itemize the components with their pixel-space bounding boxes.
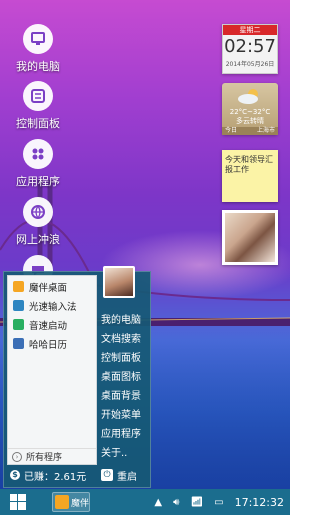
earned-status[interactable]: $ 已赚：2.61元: [4, 468, 97, 483]
program-label: 光速输入法: [29, 301, 77, 313]
wifi-icon[interactable]: 📶︎: [190, 497, 203, 508]
control-panel-icon: [23, 81, 53, 111]
pinwheel-icon: [55, 495, 69, 509]
pinwheel-icon: [13, 281, 24, 292]
link-about[interactable]: 关于..: [101, 444, 151, 463]
earned-text: 已赚：2.61元: [24, 471, 87, 483]
calendar-time: 02:57: [224, 36, 276, 57]
start-menu-links: 我的电脑 文档搜索 控制面板 桌面图标 桌面背景 开始菜单 应用程序 关于..: [101, 311, 151, 463]
weather-footer: 今日 上海市: [222, 127, 278, 135]
link-doc-search[interactable]: 文档搜索: [101, 330, 151, 349]
sun-cloud-icon: [238, 89, 258, 104]
taskbar-app-moban[interactable]: 魔伴: [52, 492, 90, 512]
start-menu-footer: $ 已赚：2.61元 ⏻ 重启: [4, 463, 150, 487]
photo-image: [225, 213, 275, 262]
windows-logo-icon: [10, 494, 26, 510]
battery-icon[interactable]: ▭: [214, 497, 223, 508]
program-item-calendar[interactable]: 哈哈日历: [8, 335, 96, 352]
coin-icon: $: [10, 470, 20, 480]
desktop-icon-label: 我的电脑: [16, 60, 60, 73]
link-desktop-background[interactable]: 桌面背景: [101, 387, 151, 406]
desktop-icon-label: 应用程序: [16, 175, 60, 188]
calendar-icon: [13, 338, 24, 349]
calendar-weekday: 星期二: [223, 25, 277, 35]
tray-expand-icon[interactable]: ▲: [154, 497, 162, 508]
link-applications[interactable]: 应用程序: [101, 425, 151, 444]
link-control-panel[interactable]: 控制面板: [101, 349, 151, 368]
power-icon: ⏻: [101, 469, 113, 481]
arrow-right-icon: ›: [12, 451, 22, 462]
link-my-computer[interactable]: 我的电脑: [101, 311, 151, 330]
start-menu: 魔伴桌面 光速输入法 音速启动 哈哈日历 › 所有程序 我的电脑 文档搜索 控制…: [3, 271, 151, 488]
program-item-moban-desktop[interactable]: 魔伴桌面: [8, 278, 96, 295]
calendar-date: 2014年05月26日: [225, 61, 275, 68]
sticky-note-widget[interactable]: 今天和领导汇报工作: [222, 150, 278, 202]
sticky-note-text: 今天和领导汇报工作: [225, 155, 273, 174]
start-button[interactable]: [4, 489, 32, 515]
user-avatar[interactable]: [103, 266, 135, 298]
volume-icon[interactable]: 🔊︎: [173, 497, 179, 508]
restart-button[interactable]: ⏻ 重启: [97, 468, 137, 483]
calendar-clock-widget[interactable]: 星期二 02:57 2014年05月26日: [222, 24, 278, 74]
weather-widget[interactable]: 22°C~32°C 多云转晴 今日 上海市: [222, 83, 278, 135]
g-keyboard-icon: [13, 300, 24, 311]
desktop-icon-applications[interactable]: 应用程序: [9, 139, 67, 189]
all-programs-label: 所有程序: [26, 453, 63, 463]
computer-icon: [23, 24, 53, 54]
weather-desc: 多云转晴: [236, 117, 264, 125]
weather-today: 今日: [225, 127, 238, 134]
program-item-launcher[interactable]: 音速启动: [8, 316, 96, 333]
program-label: 哈哈日历: [29, 339, 68, 351]
weather-temp: 22°C~32°C: [229, 108, 271, 116]
all-programs-button[interactable]: › 所有程序: [8, 448, 96, 464]
weather-city: 上海市: [256, 127, 275, 134]
globe-icon: [23, 197, 53, 227]
apps-icon: [23, 139, 53, 169]
v-launcher-icon: [13, 319, 24, 330]
link-start-menu[interactable]: 开始菜单: [101, 406, 151, 425]
desktop-icon-label: 控制面板: [16, 117, 60, 130]
photo-frame-widget[interactable]: [222, 210, 278, 265]
desktop-icon-control-panel[interactable]: 控制面板: [9, 81, 67, 131]
program-item-input-method[interactable]: 光速输入法: [8, 297, 96, 314]
desktop-icon-label: 网上冲浪: [16, 233, 60, 246]
link-desktop-icons[interactable]: 桌面图标: [101, 368, 151, 387]
taskbar-app-label: 魔伴: [71, 498, 90, 509]
desktop-icon-browser[interactable]: 网上冲浪: [9, 197, 67, 247]
restart-label: 重启: [117, 471, 137, 483]
desktop-icon-my-computer[interactable]: 我的电脑: [9, 24, 67, 74]
system-tray: ▲ 🔊︎ 📶︎ ▭ 17:12:32: [154, 489, 290, 515]
program-label: 音速启动: [29, 320, 68, 332]
program-label: 魔伴桌面: [29, 282, 68, 294]
start-menu-programs-pane: 魔伴桌面 光速输入法 音速启动 哈哈日历 › 所有程序: [7, 275, 97, 465]
avatar-image: [105, 268, 133, 296]
taskbar: 魔伴 ▲ 🔊︎ 📶︎ ▭ 17:12:32: [0, 489, 290, 515]
taskbar-clock[interactable]: 17:12:32: [235, 496, 284, 509]
